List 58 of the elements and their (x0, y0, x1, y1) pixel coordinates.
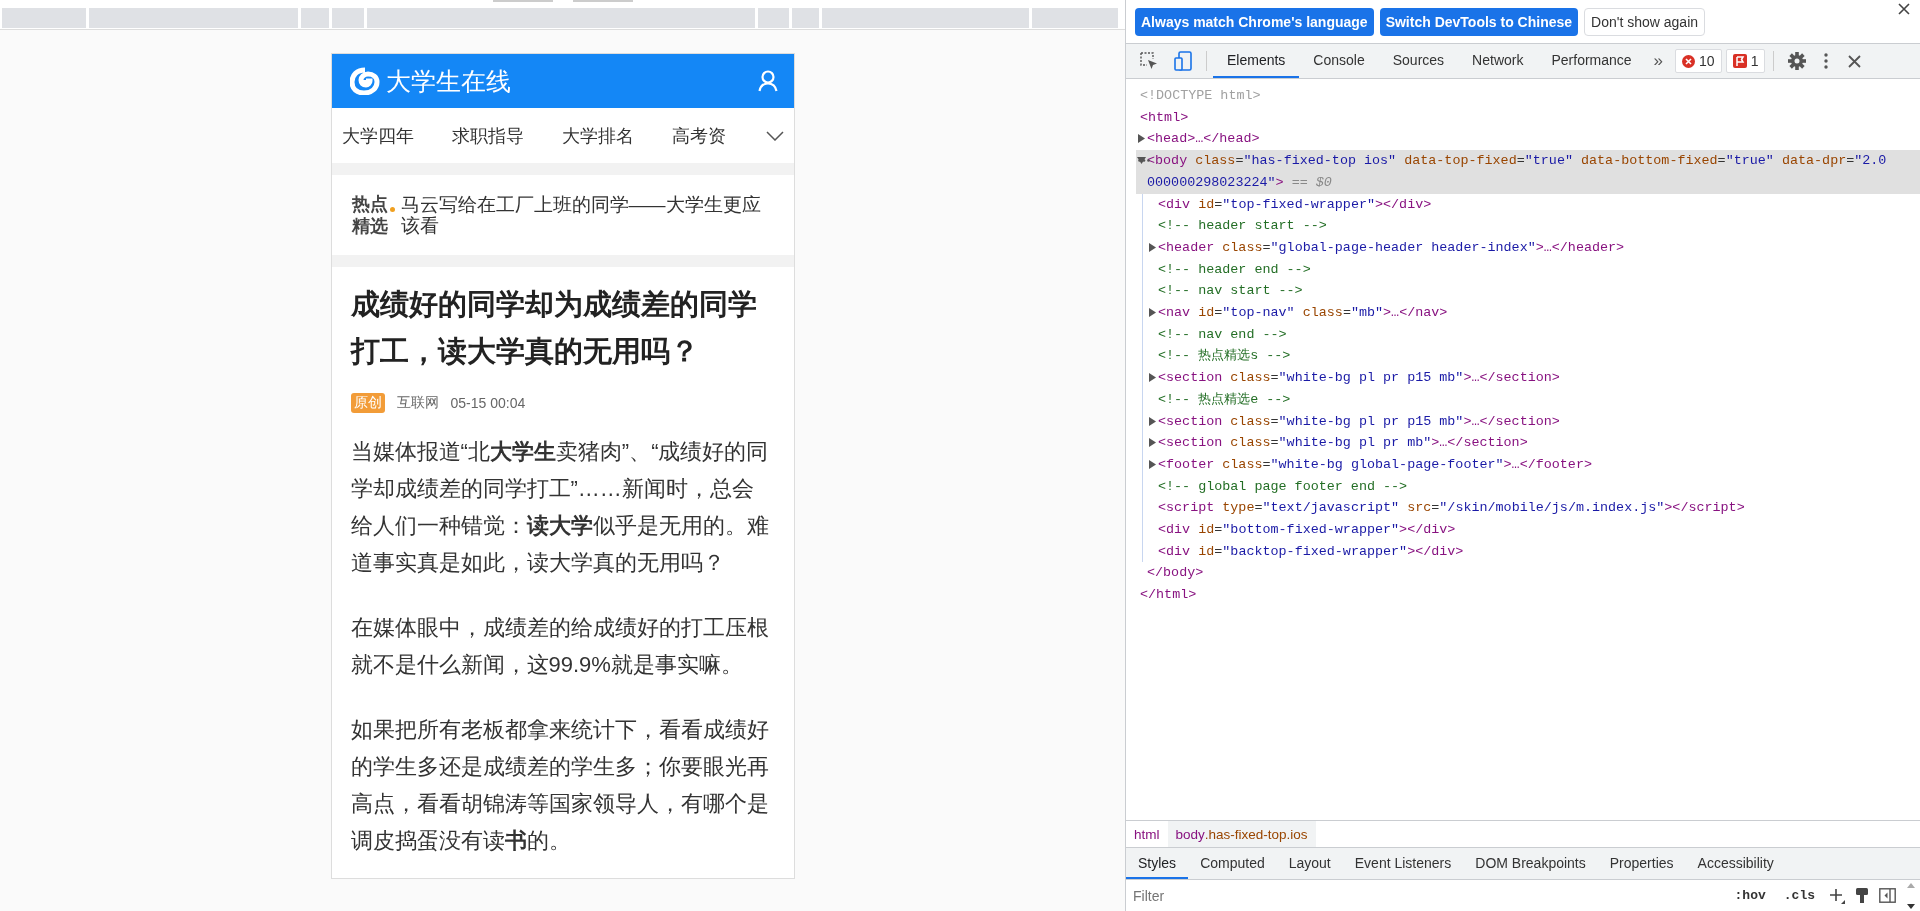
article-paragraph: 如果把所有老板都拿来统计下，看看成绩好的学生多还是成绩差的学生多；你要眼光再高点，看看胡锦涛等国家领导人，有哪个是调皮捣蛋没有读书的。 (350, 716, 770, 855)
dom-node[interactable]: <script type="text/javascript" src="/skin/mobile/js/m.index.js"></script> (1143, 497, 1920, 520)
dom-node[interactable]: <header class="global-page-header header-index">…</header> (1143, 236, 1920, 259)
dom-node[interactable]: <footer class="white-bg global-page-footer">…</footer> (1143, 453, 1920, 476)
dom-node[interactable]: </html> (1126, 584, 1920, 606)
article-paragraph: 在媒体眼中，成绩差的给成绩好的打工压根就不是什么新闻，这99.9%就是事实嘛。 (350, 614, 770, 679)
site-name[interactable]: 大学生在线 (385, 64, 752, 98)
dom-node[interactable]: <!-- header end --> (1143, 258, 1920, 281)
sidebar-tab[interactable]: Styles (1126, 848, 1189, 879)
devtools-tab[interactable]: Network (1458, 44, 1538, 78)
dom-node[interactable]: <!-- 热点精选e --> (1143, 388, 1920, 411)
nav-item[interactable]: 高考资 (671, 123, 726, 148)
dom-node[interactable]: <nav id="top-nav" class="mb">…</nav> (1143, 302, 1920, 324)
style-toggle-button[interactable]: .cls (1779, 888, 1819, 903)
dom-node[interactable]: <div id="top-fixed-wrapper"></div> (1143, 193, 1920, 216)
dom-node[interactable]: <!-- nav start --> (1143, 280, 1920, 303)
dom-node[interactable]: <div id="backtop-fixed-wrapper"></div> (1143, 540, 1920, 563)
dom-node[interactable]: <head>…</head> (1136, 128, 1920, 151)
sidebar-tab[interactable]: Accessibility (1685, 848, 1786, 879)
devtools-tab[interactable]: Console (1299, 44, 1379, 78)
dom-node[interactable]: <section class="white-bg pl pr p15 mb">…</section> (1143, 367, 1920, 389)
devtools-tab[interactable]: Performance (1537, 44, 1646, 78)
error-count-badge[interactable]: 10 (1675, 49, 1722, 73)
hot-label: 热点精选 (351, 193, 389, 237)
nav-item[interactable]: 大学四年 (341, 123, 414, 148)
dom-node[interactable]: <!-- 热点精选s --> (1143, 345, 1920, 368)
style-toggle-button[interactable]: :hov (1730, 888, 1770, 903)
issue-count-badge[interactable]: 1 (1725, 49, 1766, 73)
dom-node[interactable]: <html> (1126, 106, 1920, 129)
nav-item[interactable]: 求职指导 (451, 123, 524, 148)
sidebar-tab[interactable]: Computed (1188, 848, 1277, 879)
dom-node[interactable]: <body class="has-fixed-top ios" data-top-fixed="true" data-bottom-fixed="true" data-dpr="2.0000000298023224"> == $0 (1136, 150, 1920, 194)
dom-node[interactable]: <!-- global page footer end --> (1143, 475, 1920, 498)
infobar-button[interactable]: Always match Chrome's language (1135, 7, 1374, 36)
more-tabs-button[interactable]: » (1645, 51, 1672, 71)
article-source: 互联网 (396, 394, 439, 412)
dom-node[interactable]: <div id="bottom-fixed-wrapper"></div> (1143, 519, 1920, 541)
nav-item[interactable]: 大学排名 (561, 123, 634, 148)
devtools-tab[interactable]: Sources (1378, 44, 1459, 78)
dom-node[interactable]: </body> (1136, 562, 1920, 585)
dom-node[interactable]: <section class="white-bg pl pr p15 mb">…</section> (1143, 410, 1920, 433)
sidebar-tab[interactable]: DOM Breakpoints (1463, 848, 1598, 879)
sidebar-tab[interactable]: Event Listeners (1342, 848, 1464, 879)
hot-headline[interactable]: 马云写给在工厂上班的同学——大学生更应该看 (400, 194, 763, 236)
dom-node[interactable]: <section class="white-bg pl pr mb">…</section> (1143, 432, 1920, 454)
devtools-tab[interactable]: Elements (1213, 44, 1300, 78)
article-time: 05-15 00:04 (450, 395, 526, 411)
dom-node[interactable]: <!-- header start --> (1143, 215, 1920, 237)
article-paragraph: 当媒体报道“北大学生卖猪肉”、“成绩好的同学却成绩差的同学打工”……新闻时，总会给人们一种错觉：读大学似乎是无用的。难道事实真是如此，读大学真的无用吗？ (350, 438, 770, 577)
sidebar-tab[interactable]: Properties (1597, 848, 1686, 879)
original-badge: 原创 (350, 393, 385, 413)
breadcrumb[interactable]: html (1126, 821, 1168, 847)
infobar-button[interactable]: Switch DevTools to Chinese (1379, 7, 1579, 36)
infobar-button[interactable]: Don't show again (1584, 7, 1706, 36)
article-title: 成绩好的同学却为成绩差的同学打工，读大学真的无用吗？ (350, 287, 758, 369)
breadcrumb[interactable]: body.has-fixed-top.ios (1167, 821, 1316, 847)
sidebar-tab[interactable]: Layout (1276, 848, 1343, 879)
dom-node[interactable]: <!-- nav end --> (1143, 323, 1920, 346)
